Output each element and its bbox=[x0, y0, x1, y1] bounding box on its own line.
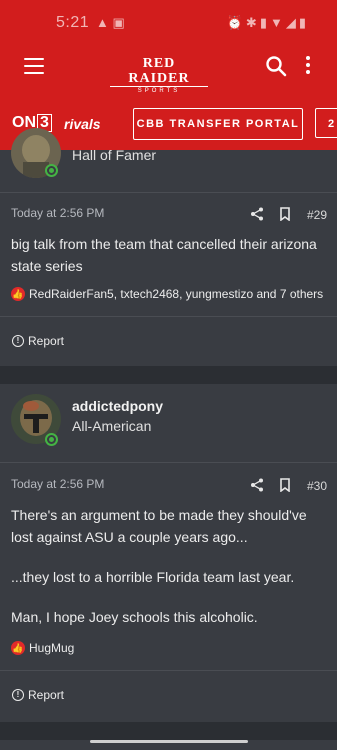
site-logo[interactable]: RED RAIDER SPORTS bbox=[110, 56, 208, 96]
user-title: All-American bbox=[72, 418, 152, 434]
user-title: Hall of Famer bbox=[72, 147, 157, 163]
message-line: Man, I hope Joey schools this alcoholic. bbox=[11, 609, 258, 625]
divider bbox=[0, 462, 337, 463]
divider bbox=[0, 192, 337, 193]
username[interactable]: addictedpony bbox=[72, 398, 163, 414]
reactions-summary[interactable]: 👍 HugMug bbox=[11, 640, 74, 655]
cbb-transfer-portal-button[interactable]: CBB TRANSFER PORTAL bbox=[133, 108, 303, 140]
post-number[interactable]: #30 bbox=[307, 479, 327, 493]
next-nav-button[interactable]: 2 bbox=[315, 108, 337, 138]
report-icon: ! bbox=[12, 334, 24, 347]
message-line: big talk from the team that cancelled th… bbox=[11, 236, 317, 274]
bookmark-icon[interactable] bbox=[279, 207, 291, 221]
notification-icons: ▲ ▣ bbox=[96, 15, 125, 30]
like-icon: 👍 bbox=[11, 286, 25, 301]
share-icon[interactable] bbox=[250, 478, 264, 492]
system-status-icons: ⏰✱▮▼◢▮ bbox=[226, 15, 309, 30]
more-options-icon[interactable] bbox=[304, 56, 312, 78]
report-icon: ! bbox=[12, 688, 24, 701]
post-message: big talk from the team that cancelled th… bbox=[11, 233, 329, 277]
post-card: addictedpony All-American Today at 2:56 … bbox=[0, 384, 337, 722]
app-header: 5:21 ▲ ▣ ⏰✱▮▼◢▮ RED RAIDER SPORTS ON 3 ri… bbox=[0, 0, 337, 150]
divider bbox=[0, 670, 337, 671]
status-time: 5:21 bbox=[56, 14, 90, 31]
divider bbox=[0, 316, 337, 317]
post-number[interactable]: #29 bbox=[307, 208, 327, 222]
share-icon[interactable] bbox=[250, 207, 264, 221]
message-line: ...they lost to a horrible Florida team … bbox=[11, 569, 295, 585]
post-timestamp[interactable]: Today at 2:56 PM bbox=[11, 477, 104, 491]
gesture-navigation-bar[interactable] bbox=[90, 740, 248, 743]
report-button[interactable]: ! Report bbox=[12, 333, 64, 348]
status-bar: 5:21 ▲ ▣ ⏰✱▮▼◢▮ bbox=[0, 6, 337, 36]
bookmark-icon[interactable] bbox=[279, 478, 291, 492]
post-timestamp[interactable]: Today at 2:56 PM bbox=[11, 206, 104, 220]
rivals-logo[interactable]: rivals bbox=[64, 116, 101, 132]
online-status-icon bbox=[45, 164, 58, 177]
online-status-icon bbox=[45, 433, 58, 446]
reactions-summary[interactable]: 👍 RedRaiderFan5, txtech2468, yungmestizo … bbox=[11, 286, 323, 301]
post-card: Hall of Famer Today at 2:56 PM #29 big t… bbox=[0, 128, 337, 366]
menu-icon[interactable] bbox=[24, 58, 44, 74]
message-line: There's an argument to be made they shou… bbox=[11, 507, 307, 545]
search-icon[interactable] bbox=[265, 55, 287, 77]
post-message: There's an argument to be made they shou… bbox=[11, 504, 329, 628]
report-button[interactable]: ! Report bbox=[12, 687, 64, 702]
like-icon: 👍 bbox=[11, 640, 25, 655]
